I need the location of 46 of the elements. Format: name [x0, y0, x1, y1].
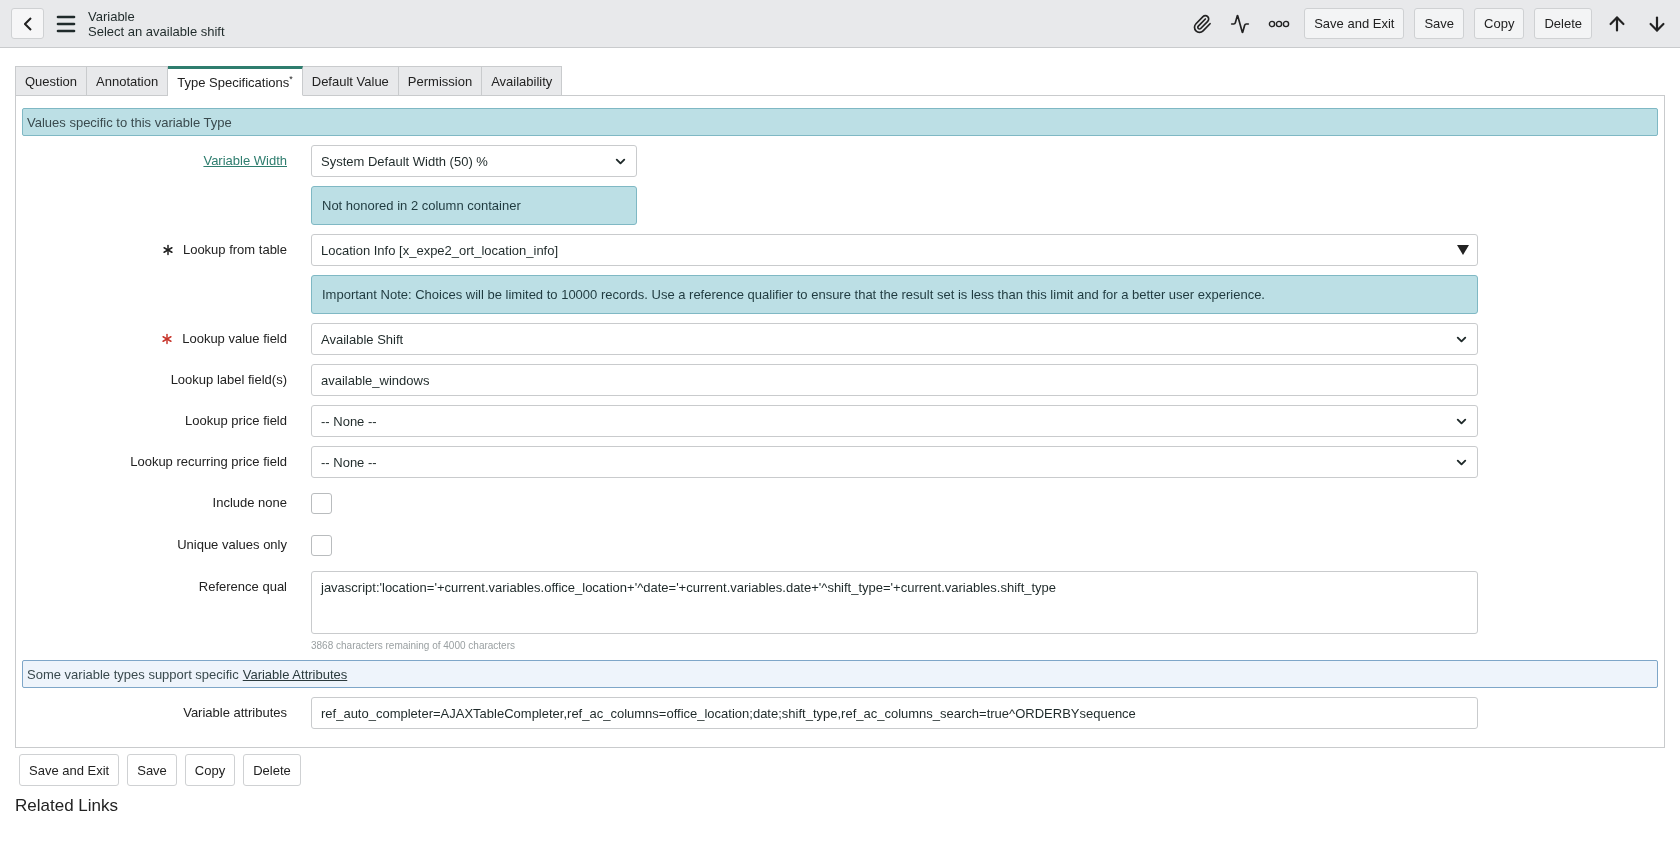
info-note: Important Note: Choices will be limited to 10000 records. Use a reference qualifier to ensure that the result set is less than this limit and for a better user experience. — [311, 275, 1478, 314]
section-banner: Values specific to this variable Type — [22, 108, 1658, 136]
select-field[interactable]: System Default Width (50) % — [311, 145, 637, 177]
header-button[interactable]: Delete — [1534, 8, 1592, 39]
banner-text: Some variable types support specific — [27, 666, 239, 682]
tab[interactable]: Availability — [482, 66, 563, 96]
field-label: Lookup value field — [182, 331, 287, 346]
header-button[interactable]: Save — [1414, 8, 1465, 39]
tab[interactable]: Annotation — [87, 66, 169, 96]
tab[interactable]: Type Specifications$^{*}$ — [168, 66, 303, 96]
select-field[interactable]: -- None -- — [311, 446, 1478, 478]
triangle-down-icon — [1457, 245, 1469, 255]
field-label: Variable attributes — [183, 705, 287, 720]
checkbox[interactable] — [311, 493, 332, 514]
input-field[interactable]: ref_auto_completer=AJAXTableCompleter,ref_ac_columns=office_location;date;shift_type,ref_ac_columns_search=true^ORDERBYsequence — [311, 697, 1478, 729]
select-field[interactable]: Location Info [x_expe2_ort_location_info] — [311, 234, 1478, 266]
tab[interactable]: Question — [15, 66, 88, 96]
select-field[interactable]: Available Shift — [311, 323, 1478, 355]
checkbox[interactable] — [311, 535, 332, 556]
input-field[interactable]: available_windows — [311, 364, 1478, 396]
field-label-link[interactable]: Variable Width — [203, 153, 287, 168]
header-button[interactable]: Save and Exit — [1304, 8, 1405, 39]
text-area[interactable]: javascript:'location='+current.variables.office_location+'^date='+current.variables.date+'^shift_type='+current.variables.shift_type — [311, 571, 1478, 634]
record-title: Select an available shift — [88, 23, 225, 39]
form-button[interactable]: Save — [127, 754, 177, 786]
related-links-heading: Related Links — [15, 795, 119, 817]
header-button[interactable]: Copy — [1474, 8, 1525, 39]
chevron-left-icon — [23, 16, 32, 31]
banner-link[interactable]: Variable Attributes — [242, 666, 348, 682]
field-label: Lookup label field(s) — [170, 372, 287, 387]
field-label: Include none — [212, 495, 287, 510]
form-button[interactable]: Delete — [243, 754, 301, 786]
tab[interactable]: Permission — [398, 66, 483, 96]
field-label: Unique values only — [177, 537, 287, 552]
form-button[interactable]: Save and Exit — [19, 754, 120, 786]
tab[interactable]: Default Value — [302, 66, 399, 96]
field-label: Lookup price field — [185, 413, 287, 428]
select-field[interactable]: -- None -- — [311, 405, 1478, 437]
field-label: Reference qual — [198, 579, 287, 594]
back-button[interactable] — [11, 8, 44, 39]
info-note: Not honored in 2 column container — [311, 186, 637, 225]
form-button[interactable]: Copy — [184, 754, 236, 786]
field-label: Lookup recurring price field — [130, 454, 287, 469]
field-label: Lookup from table — [182, 242, 287, 257]
character-counter: 3868 characters remaining of 4000 characters — [311, 640, 516, 651]
record-type: Variable — [88, 8, 136, 24]
